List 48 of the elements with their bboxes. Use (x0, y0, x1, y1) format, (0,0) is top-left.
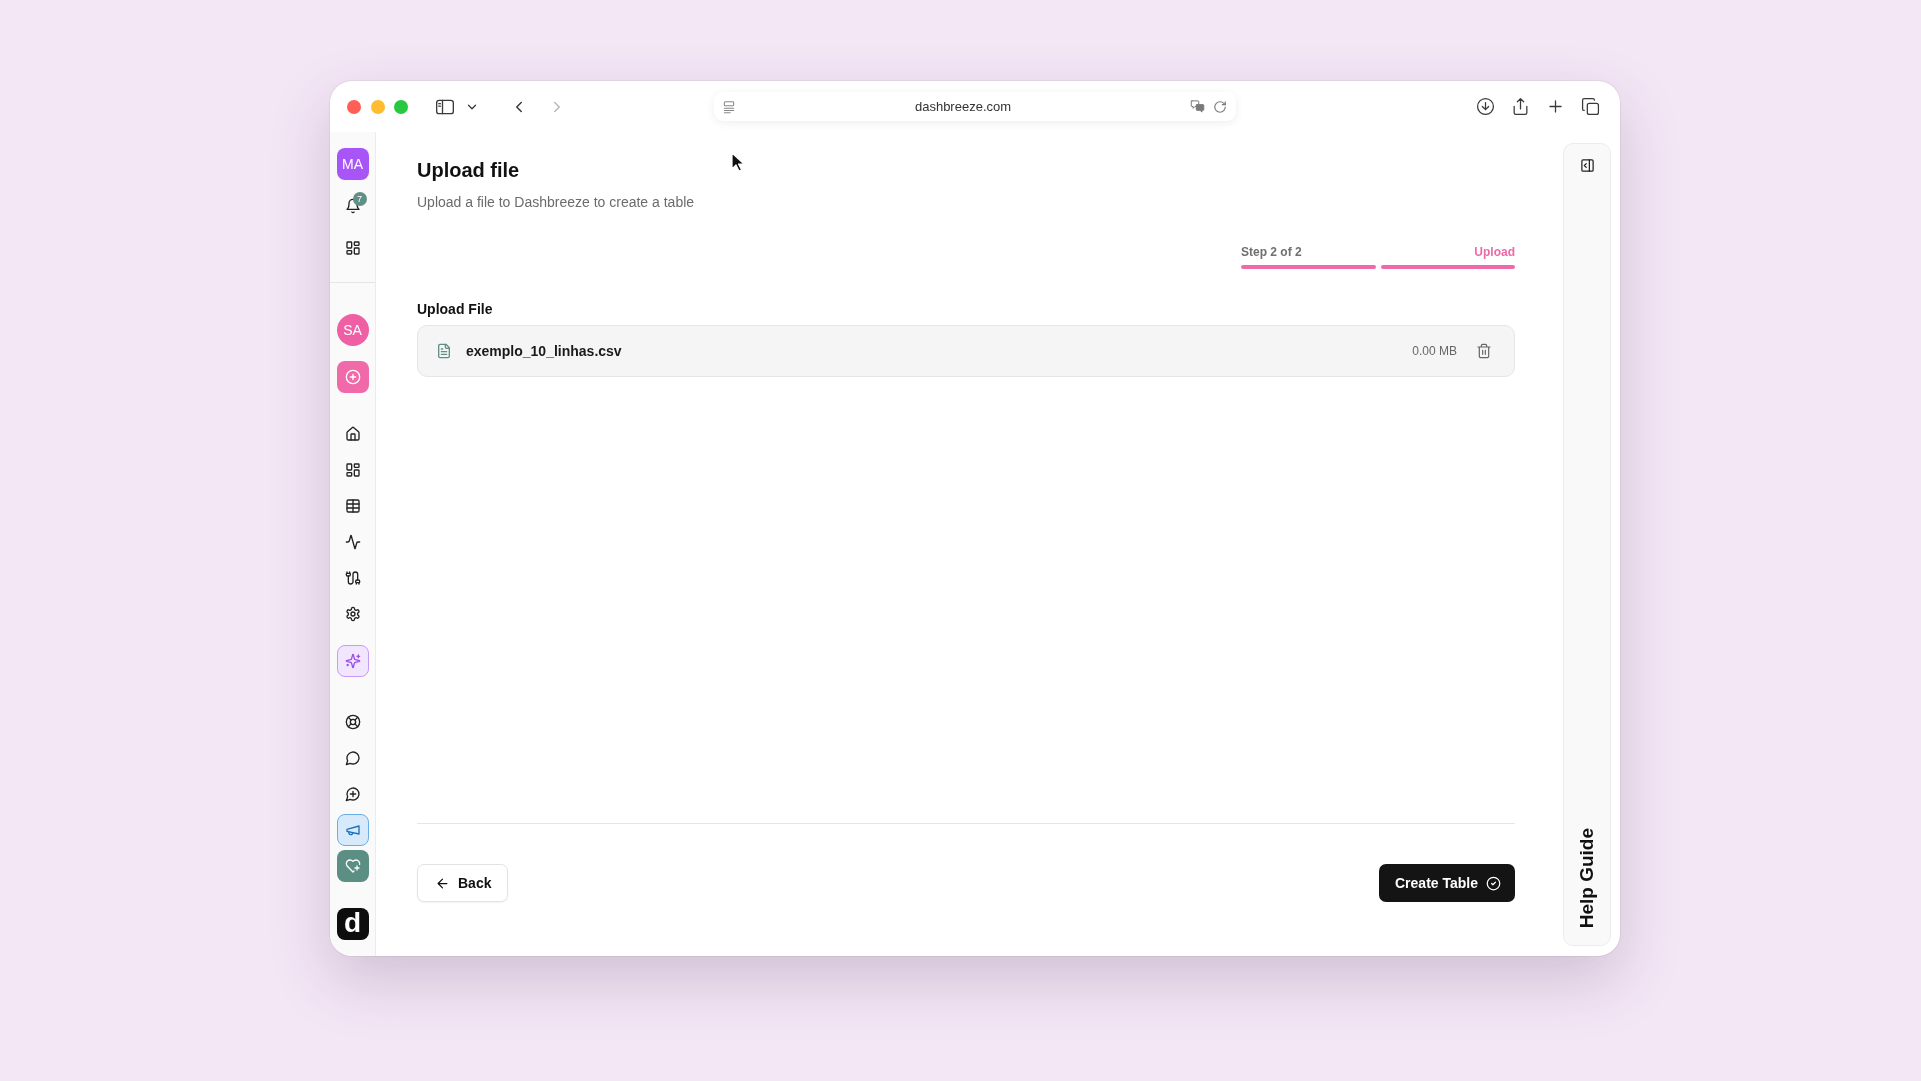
speech-bubbles-icon[interactable] (1190, 99, 1205, 114)
file-name: exemplo_10_linhas.csv (466, 343, 622, 359)
sparkles-icon (344, 653, 361, 669)
mouse-cursor-icon (731, 152, 744, 172)
help-guide-tab[interactable]: Help Guide (1576, 827, 1598, 928)
create-button[interactable] (336, 361, 369, 393)
user-avatar[interactable]: MA (336, 148, 369, 180)
back-button[interactable]: Back (417, 864, 509, 902)
page-subtitle: Upload a file to Dashbreeze to create a table (417, 193, 695, 212)
plus-circle-icon (344, 369, 361, 385)
announcements-button[interactable] (336, 814, 369, 846)
table-icon[interactable] (344, 498, 361, 514)
new-tab-icon[interactable] (1546, 97, 1565, 116)
file-icon (436, 343, 452, 359)
pulse-line-icon[interactable] (344, 534, 361, 550)
page-lines-icon[interactable] (722, 99, 736, 114)
favorites-button[interactable] (336, 850, 369, 882)
check-circle-icon (1486, 875, 1501, 891)
close-window-icon[interactable] (347, 99, 361, 114)
address-bar[interactable]: dashbreeze.com (714, 92, 1236, 121)
chat-plus-icon[interactable] (344, 786, 361, 802)
notification-badge: 7 (352, 192, 367, 206)
reload-icon[interactable] (1213, 99, 1227, 114)
megaphone-icon (344, 822, 361, 838)
download-icon[interactable] (1476, 97, 1495, 116)
chat-bubble-icon[interactable] (344, 750, 361, 766)
cable-plug-icon[interactable] (344, 570, 361, 586)
dashboard-grid-icon[interactable] (344, 240, 361, 256)
panel-toggle-icon[interactable] (1579, 158, 1595, 173)
file-size: 0.00 MB (1412, 344, 1457, 358)
lifebuoy-icon[interactable] (344, 714, 361, 730)
step-counter: Step 2 of 2 (1241, 244, 1302, 260)
create-table-button[interactable]: Create Table (1379, 864, 1515, 902)
share-icon[interactable] (1511, 97, 1530, 116)
bell-icon[interactable] (344, 198, 361, 214)
step-title: Upload (1474, 244, 1515, 260)
arrow-left-icon (435, 875, 450, 891)
ai-assistant-button[interactable] (336, 645, 369, 677)
tabs-overview-icon[interactable] (1581, 97, 1600, 116)
heart-plus-icon (344, 858, 361, 874)
app-logo[interactable]: d (336, 908, 369, 940)
settings-icon[interactable] (344, 606, 361, 622)
trash-icon[interactable] (1476, 343, 1492, 359)
upload-label: Upload File (417, 300, 493, 319)
url-text: dashbreeze.com (913, 99, 1013, 114)
page-title: Upload file (417, 158, 520, 182)
home-icon[interactable] (344, 426, 361, 442)
dashboard-grid-icon[interactable] (344, 462, 361, 478)
